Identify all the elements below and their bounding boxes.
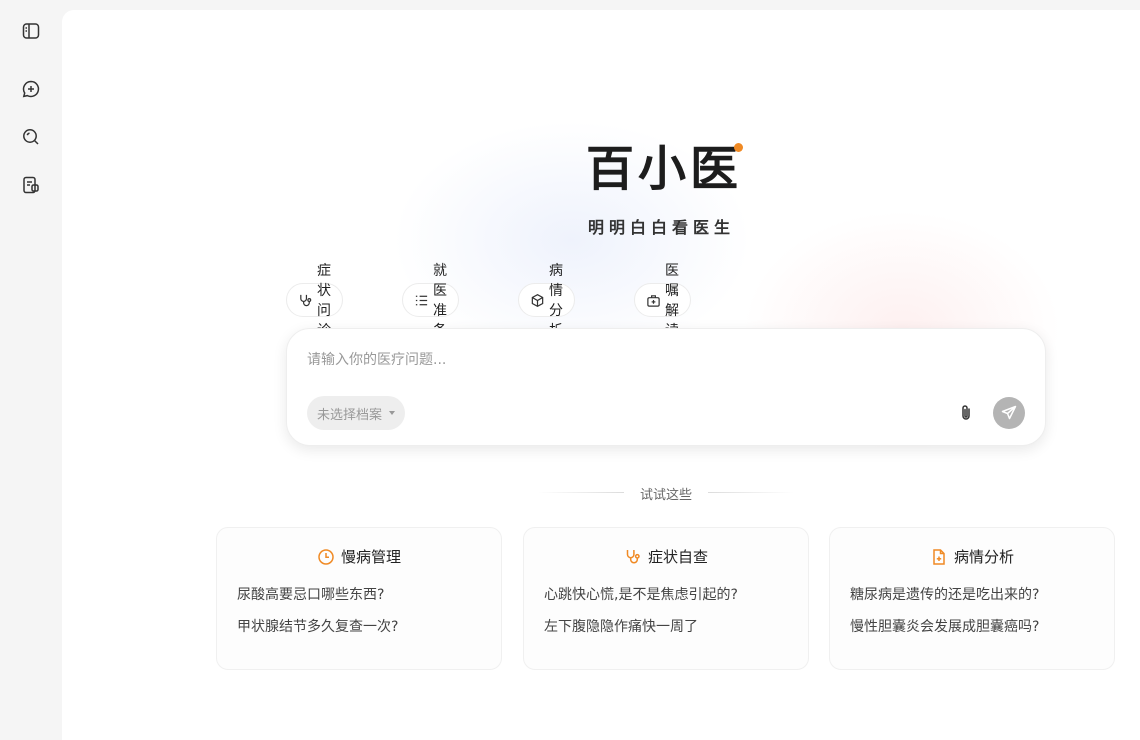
stethoscope-icon: [300, 294, 312, 306]
card-header: 慢病管理: [217, 546, 501, 567]
chat-input-box: 未选择档案: [286, 328, 1046, 446]
divider-line: [708, 492, 794, 493]
document-plus-icon: [933, 548, 945, 565]
medkit-icon: [647, 294, 660, 307]
suggested-question[interactable]: 甲状腺结节多久复查一次?: [237, 616, 398, 636]
suggested-question[interactable]: 慢性胆囊炎会发展成胆囊癌吗?: [850, 616, 1039, 636]
card-title: 慢病管理: [340, 548, 401, 566]
paperclip-icon: [962, 405, 970, 420]
brand-logo-dot: [734, 143, 743, 152]
suggested-question[interactable]: 尿酸高要忌口哪些东西?: [237, 584, 384, 604]
sidebar-toggle-icon: [22, 23, 40, 39]
search-icon: [23, 129, 39, 145]
suggestion-card-analysis: 病情分析 糖尿病是遗传的还是吃出来的? 慢性胆囊炎会发展成胆囊癌吗?: [829, 527, 1115, 670]
records-button[interactable]: [17, 171, 45, 199]
card-header: 症状自查: [524, 546, 808, 567]
search-button[interactable]: [17, 123, 45, 151]
question-input[interactable]: [307, 349, 1007, 375]
suggestion-card-symptom: 症状自查 心跳快心慌,是不是焦虑引起的? 左下腹隐隐作痛快一周了: [523, 527, 809, 670]
cube-icon: [531, 293, 544, 307]
card-header: 病情分析: [830, 546, 1114, 567]
chip-prescription-reading[interactable]: 医嘱解读: [634, 263, 691, 339]
suggestions-divider-label: 试试这些: [639, 488, 692, 503]
suggested-question[interactable]: 左下腹隐隐作痛快一周了: [544, 616, 698, 636]
clock-icon: [318, 548, 334, 565]
suggestion-card-chronic: 慢病管理 尿酸高要忌口哪些东西? 甲状腺结节多久复查一次?: [216, 527, 502, 670]
card-title: 症状自查: [647, 548, 708, 566]
card-title: 病情分析: [953, 548, 1014, 566]
send-icon: [1001, 405, 1017, 420]
main-panel: 百小医 明明白白看医生 症状问诊 就医准备 病情分析: [62, 10, 1140, 740]
sidebar-toggle-button[interactable]: [17, 17, 45, 45]
chip-symptom-consult[interactable]: 症状问诊: [286, 263, 343, 339]
new-chat-icon: [22, 80, 40, 98]
suggested-question[interactable]: 心跳快心慌,是不是焦虑引起的?: [544, 584, 738, 604]
caret-down-icon: [389, 411, 396, 415]
records-icon: [23, 176, 39, 194]
divider-line: [538, 492, 624, 493]
stethoscope-icon: [626, 549, 640, 563]
profile-select[interactable]: 未选择档案: [307, 396, 406, 430]
attach-button[interactable]: [953, 400, 979, 426]
suggested-question[interactable]: 糖尿病是遗传的还是吃出来的?: [850, 584, 1039, 604]
brand-slogan: 明明白白看医生: [588, 218, 736, 237]
profile-select-label: 未选择档案: [317, 407, 383, 423]
chip-visit-prep[interactable]: 就医准备: [402, 263, 459, 339]
new-chat-button[interactable]: [17, 75, 45, 103]
brand-logo: 百小医: [586, 141, 743, 197]
send-button[interactable]: [993, 397, 1025, 429]
chip-condition-analysis[interactable]: 病情分析: [518, 263, 575, 339]
sidebar-rail: [0, 0, 62, 740]
checklist-icon: [415, 295, 428, 305]
